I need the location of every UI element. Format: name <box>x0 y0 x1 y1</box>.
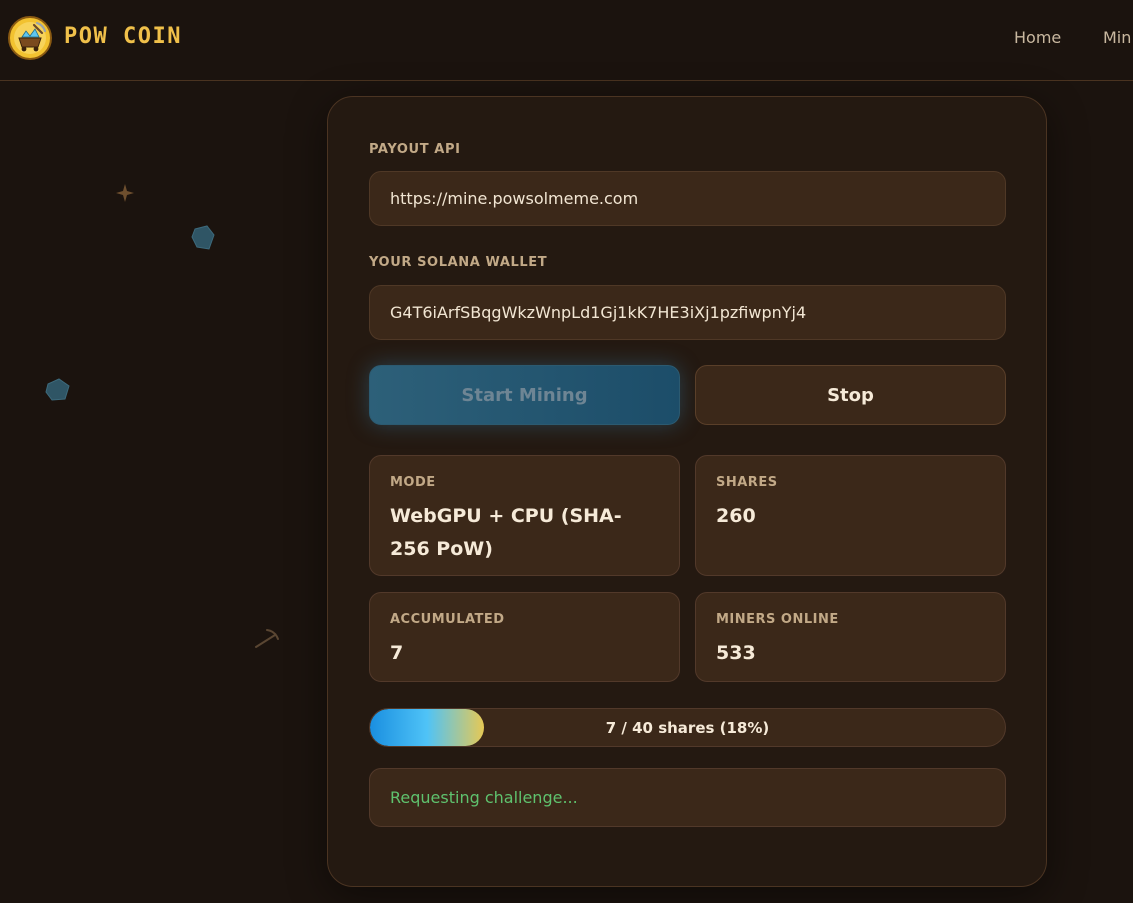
stat-label: MODE <box>390 475 436 490</box>
status-message: Requesting challenge... <box>369 768 1006 827</box>
stat-value: 533 <box>716 642 756 664</box>
share-progress-bar: 7 / 40 shares (18%) <box>369 708 1006 747</box>
stat-card-accumulated: ACCUMULATED 7 <box>369 592 680 682</box>
start-mining-button[interactable]: Start Mining <box>369 365 680 425</box>
stat-card-shares: SHARES 260 <box>695 455 1006 576</box>
payout-api-label: PAYOUT API <box>369 142 461 157</box>
solana-wallet-label: YOUR SOLANA WALLET <box>369 255 548 270</box>
pickaxe-icon <box>255 629 279 648</box>
gem-icon <box>191 225 215 250</box>
brand-title[interactable]: POW COIN <box>64 24 182 49</box>
nav-link-mine[interactable]: Min <box>1103 28 1131 47</box>
payout-api-input[interactable] <box>369 171 1006 226</box>
stat-value: WebGPU + CPU (SHA-256 PoW) <box>390 505 622 560</box>
mining-panel: PAYOUT API YOUR SOLANA WALLET Start Mini… <box>327 96 1047 887</box>
stat-card-mode: MODE WebGPU + CPU (SHA-256 PoW) <box>369 455 680 576</box>
sparkle-icon <box>116 184 134 202</box>
top-nav-bar: POW COIN Home Min <box>0 0 1133 81</box>
stat-label: ACCUMULATED <box>390 612 505 627</box>
stop-button[interactable]: Stop <box>695 365 1006 425</box>
mining-cart-logo-icon[interactable] <box>8 16 52 60</box>
stat-label: SHARES <box>716 475 778 490</box>
gem-icon <box>45 378 70 401</box>
progress-text: 7 / 40 shares (18%) <box>605 718 770 737</box>
stat-value: 7 <box>390 642 404 664</box>
nav-link-home[interactable]: Home <box>1014 28 1061 47</box>
page: POW COIN Home Min PAYOUT API YOUR SOLANA… <box>0 0 1133 903</box>
solana-wallet-input[interactable] <box>369 285 1006 340</box>
stat-label: MINERS ONLINE <box>716 612 839 627</box>
stat-card-miners-online: MINERS ONLINE 533 <box>695 592 1006 682</box>
stat-value: 260 <box>716 505 756 527</box>
